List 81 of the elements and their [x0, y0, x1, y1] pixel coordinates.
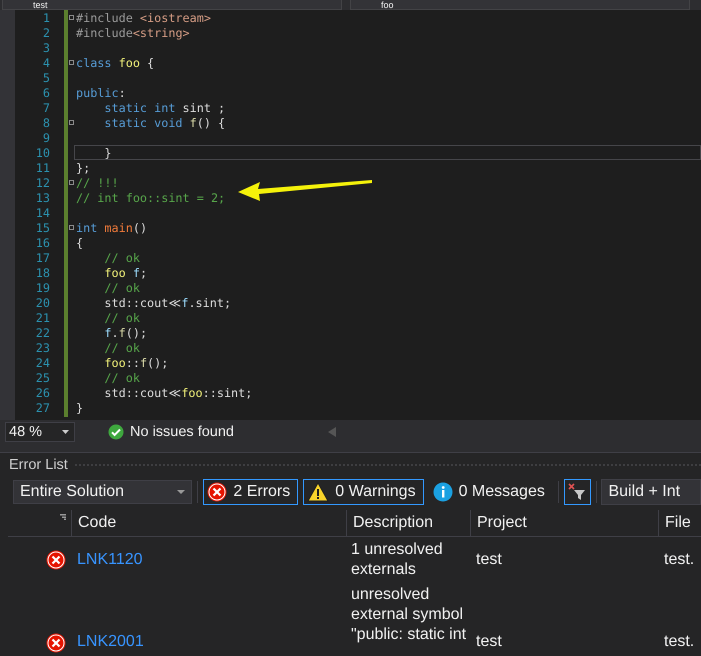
caret-icon — [62, 430, 69, 434]
line-number: 8 — [42, 116, 50, 130]
line-number: 22 — [34, 326, 50, 340]
column-header[interactable]: Project — [470, 510, 658, 536]
clear-filter-button[interactable] — [564, 479, 591, 505]
code-line: // ok — [104, 280, 140, 294]
code-line: // ok — [104, 250, 140, 264]
table-cell: test. — [664, 551, 694, 568]
filter-button[interactable]: 0 Warnings — [303, 479, 424, 505]
code-line: #include<string> — [76, 26, 190, 40]
error-icon — [46, 550, 66, 570]
line-number: 9 — [42, 130, 50, 144]
error-icon — [46, 633, 66, 653]
line-number: 20 — [34, 296, 50, 310]
table-cell: unresolved external symbol "public: static int — [351, 586, 466, 643]
filter-button[interactable]: 2 Errors — [203, 479, 298, 505]
code-line: f.f(); — [104, 326, 148, 340]
line-number: 13 — [34, 190, 50, 204]
scope-dropdown[interactable]: Entire Solution — [13, 480, 192, 504]
line-number: 24 — [34, 356, 50, 370]
code-line: static void f() { — [104, 116, 226, 130]
column-header[interactable]: Code — [71, 510, 346, 536]
line-number: 10 — [34, 146, 50, 160]
line-number: 4 — [42, 56, 50, 70]
code-line: class foo { — [76, 56, 154, 70]
code-line: }; — [76, 160, 90, 174]
filter-button[interactable]: 0 Messages — [428, 479, 553, 505]
code-line: // ok — [104, 370, 140, 384]
column-options-icon[interactable] — [60, 514, 66, 520]
error-code-link[interactable]: LNK1120 — [77, 551, 143, 568]
line-number: 5 — [42, 70, 50, 84]
code-line: int main() — [76, 220, 148, 234]
line-number: 25 — [34, 370, 50, 384]
code-line: // int foo::sint = 2; — [76, 190, 226, 204]
line-number: 17 — [34, 250, 50, 264]
line-number: 14 — [34, 206, 50, 220]
panel-title: Error List — [9, 457, 68, 473]
error-icon — [207, 482, 228, 502]
warning-icon — [307, 482, 330, 502]
code-line: foo f; — [104, 266, 148, 280]
column-header[interactable]: Description — [346, 510, 470, 536]
code-line: // ok — [104, 310, 140, 324]
line-number: 6 — [42, 86, 50, 100]
line-number: 7 — [42, 100, 50, 114]
line-number: 23 — [34, 340, 50, 354]
caret-icon — [177, 490, 186, 494]
line-number: 2 — [42, 26, 50, 40]
error-code-link[interactable]: LNK2001 — [77, 633, 144, 650]
column-header[interactable]: File — [658, 510, 701, 536]
line-number: 19 — [34, 280, 50, 294]
line-number: 18 — [34, 266, 50, 280]
info-icon — [432, 482, 453, 502]
code-line: std::cout≪f.sint; — [104, 296, 232, 310]
line-number: 11 — [34, 160, 50, 174]
line-number: 12 — [34, 176, 50, 190]
code-line: { — [76, 236, 84, 250]
line-number: 16 — [34, 236, 50, 250]
line-number: 21 — [34, 310, 50, 324]
line-number: 3 — [42, 40, 50, 54]
code-line: } — [76, 400, 84, 414]
table-cell: test. — [664, 633, 694, 650]
check-icon — [108, 424, 124, 440]
scope-dropdown[interactable]: foo — [350, 0, 690, 10]
code-line: // ok — [104, 340, 140, 354]
code-line: public: — [76, 86, 126, 100]
zoom-dropdown[interactable]: 48 % — [5, 422, 75, 442]
code-line: // !!! — [76, 176, 119, 190]
table-cell: test — [476, 633, 502, 650]
project-dropdown[interactable]: test — [2, 0, 342, 10]
line-number: 26 — [34, 386, 50, 400]
code-line: std::cout≪foo::sint; — [104, 386, 252, 400]
code-line: foo::f(); — [104, 356, 168, 370]
line-number: 1 — [42, 10, 50, 24]
build-dropdown[interactable]: Build + Int — [601, 479, 701, 505]
code-line: } — [104, 146, 112, 160]
line-number: 15 — [34, 220, 50, 234]
code-line: static int sint ; — [104, 100, 226, 114]
status-text: No issues found — [130, 424, 234, 440]
table-cell: test — [476, 551, 502, 568]
line-number: 27 — [34, 400, 50, 414]
code-line: #include <iostream> — [76, 10, 211, 24]
